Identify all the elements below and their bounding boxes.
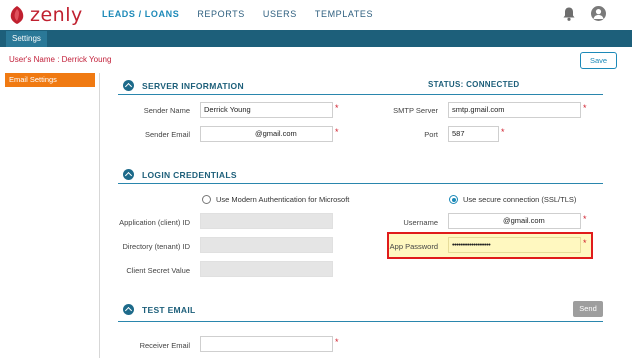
current-user-label: User's Name : Derrick Young xyxy=(9,55,112,64)
server-info-title: SERVER INFORMATION xyxy=(142,80,244,91)
test-email-header[interactable]: TEST EMAIL xyxy=(123,304,196,315)
required-mark: * xyxy=(583,214,587,224)
directory-tenant-id-input[interactable] xyxy=(200,237,333,253)
main-nav: LEADS / LOANS REPORTS USERS TEMPLATES xyxy=(102,9,373,19)
connection-status: STATUS: CONNECTED xyxy=(428,80,520,89)
username-label: Username xyxy=(403,218,438,227)
user-avatar-icon[interactable] xyxy=(591,6,606,21)
sender-email-label: Sender Email xyxy=(144,130,190,139)
tab-settings[interactable]: Settings xyxy=(6,31,47,47)
settings-sidebar: Email Settings xyxy=(0,73,100,358)
login-credentials-header[interactable]: LOGIN CREDENTIALS xyxy=(123,169,237,180)
ssl-label: Use secure connection (SSL/TLS) xyxy=(463,195,577,204)
receiver-email-label: Receiver Email xyxy=(139,341,190,350)
brand-name: zenly xyxy=(30,4,83,26)
smtp-server-label: SMTP Server xyxy=(393,106,438,115)
modern-auth-label: Use Modern Authentication for Microsoft xyxy=(216,195,350,204)
app-password-label: App Password xyxy=(389,242,438,251)
sidebar-item-email-settings[interactable]: Email Settings xyxy=(5,73,95,87)
notification-bell-icon[interactable] xyxy=(561,6,577,22)
nav-templates[interactable]: TEMPLATES xyxy=(315,9,373,19)
client-secret-input[interactable] xyxy=(200,261,333,277)
port-label: Port xyxy=(424,130,438,139)
save-button[interactable]: Save xyxy=(580,52,617,69)
collapse-chevron-icon[interactable] xyxy=(123,304,134,315)
brand-logo[interactable]: zenly xyxy=(8,4,83,26)
section-divider xyxy=(118,183,603,184)
required-mark: * xyxy=(335,103,339,113)
sender-name-label: Sender Name xyxy=(143,106,190,115)
zenly-logo-icon xyxy=(10,6,24,24)
app-password-input[interactable]: •••••••••••••••••• xyxy=(448,237,581,253)
receiver-email-input[interactable] xyxy=(200,336,333,352)
ssl-radio[interactable] xyxy=(449,195,458,204)
login-credentials-title: LOGIN CREDENTIALS xyxy=(142,169,237,180)
app-client-id-input[interactable] xyxy=(200,213,333,229)
modern-auth-option[interactable]: Use Modern Authentication for Microsoft xyxy=(202,195,349,204)
required-mark: * xyxy=(335,337,339,347)
required-mark: * xyxy=(583,238,587,248)
server-info-header[interactable]: SERVER INFORMATION xyxy=(123,80,244,91)
sender-name-input[interactable]: Derrick Young xyxy=(200,102,333,118)
required-mark: * xyxy=(501,127,505,137)
collapse-chevron-icon[interactable] xyxy=(123,80,134,91)
send-button[interactable]: Send xyxy=(573,301,603,317)
section-divider xyxy=(118,94,603,95)
ssl-option[interactable]: Use secure connection (SSL/TLS) xyxy=(449,195,576,204)
smtp-server-input[interactable]: smtp.gmail.com xyxy=(448,102,581,118)
nav-reports[interactable]: REPORTS xyxy=(197,9,245,19)
nav-leads-loans[interactable]: LEADS / LOANS xyxy=(102,9,179,19)
test-email-title: TEST EMAIL xyxy=(142,304,196,315)
client-secret-label: Client Secret Value xyxy=(126,266,190,275)
username-input[interactable]: @gmail.com xyxy=(448,213,581,229)
port-input[interactable]: 587 xyxy=(448,126,499,142)
app-client-id-label: Application (client) ID xyxy=(119,218,190,227)
sender-email-input[interactable]: @gmail.com xyxy=(200,126,333,142)
section-divider xyxy=(118,321,603,322)
required-mark: * xyxy=(583,103,587,113)
modern-auth-radio[interactable] xyxy=(202,195,211,204)
sub-nav-bar xyxy=(0,30,632,47)
directory-tenant-id-label: Directory (tenant) ID xyxy=(122,242,190,251)
collapse-chevron-icon[interactable] xyxy=(123,169,134,180)
nav-users[interactable]: USERS xyxy=(263,9,297,19)
top-bar: zenly LEADS / LOANS REPORTS USERS TEMPLA… xyxy=(0,0,632,30)
required-mark: * xyxy=(335,127,339,137)
